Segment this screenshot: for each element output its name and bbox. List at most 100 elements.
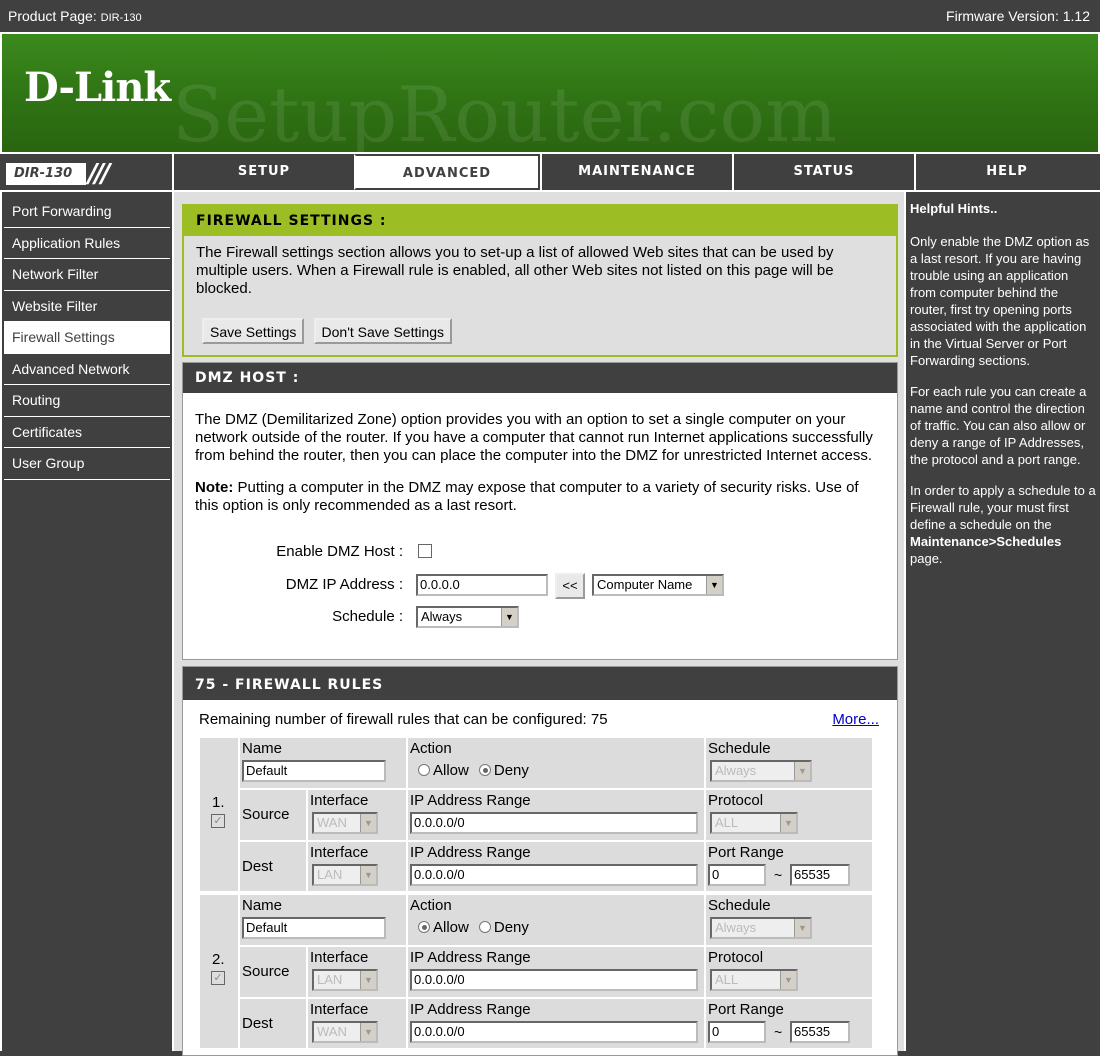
port-end-input[interactable]: 65535 [790, 1021, 850, 1043]
top-bar: Product Page: DIR-130 Firmware Version: … [0, 0, 1100, 34]
more-rules-link[interactable]: More... [832, 711, 879, 728]
interface-label: Interface [310, 1001, 369, 1018]
deny-radio[interactable] [478, 921, 491, 933]
source-interface-select[interactable]: LAN ▼ [312, 969, 378, 991]
source-label: Source [242, 806, 290, 823]
dmz-schedule-value: Always [421, 609, 463, 624]
dest-cell: Dest [240, 999, 306, 1048]
copy-ip-button[interactable]: << [555, 573, 585, 599]
rule-enabled-checkbox[interactable]: ✓ [211, 814, 225, 828]
dest-interface-cell: Interface WAN ▼ [308, 999, 406, 1048]
hints-title: Helpful Hints.. [910, 201, 998, 216]
source-interface-cell: Interface LAN ▼ [308, 947, 406, 997]
tab-maintenance[interactable]: MAINTENANCE [540, 154, 732, 190]
deny-radio[interactable] [478, 764, 491, 776]
protocol-select[interactable]: ALL ▼ [710, 812, 798, 834]
dmz-note-text: Putting a computer in the DMZ may expose… [195, 479, 859, 514]
chevron-down-icon: ▼ [794, 919, 810, 937]
firewall-settings-description: The Firewall settings section allows you… [196, 244, 834, 297]
port-range-label: Port Range [708, 1001, 784, 1018]
dmz-host-title: DMZ HOST : [183, 363, 897, 393]
hint-3-post: page. [910, 551, 943, 566]
sidebar-item-certificates[interactable]: Certificates [4, 417, 170, 448]
rule-schedule-select[interactable]: Always ▼ [710, 760, 812, 782]
tilde-separator: ~ [774, 867, 783, 883]
source-cell: Source [240, 790, 306, 840]
sidebar-item-routing[interactable]: Routing [4, 385, 170, 417]
rule-schedule-select[interactable]: Always ▼ [710, 917, 812, 939]
dmz-description: The DMZ (Demilitarized Zone) option prov… [195, 411, 873, 464]
save-settings-button[interactable]: Save Settings [202, 318, 305, 344]
sidebar-item-advanced-network[interactable]: Advanced Network [4, 354, 170, 385]
tab-setup[interactable]: SETUP [172, 154, 354, 190]
protocol-cell: Protocol ALL ▼ [706, 790, 872, 840]
deny-label: Deny [493, 919, 529, 936]
rule-enabled-checkbox[interactable]: ✓ [211, 971, 225, 985]
rule-name-input[interactable]: Default [242, 760, 386, 782]
sidebar-item-network-filter[interactable]: Network Filter [4, 259, 170, 291]
dmz-ip-input[interactable]: 0.0.0.0 [416, 574, 548, 596]
firewall-settings-title: FIREWALL SETTINGS : [184, 206, 896, 236]
source-interface-value: LAN [317, 972, 343, 987]
port-start-input[interactable]: 0 [708, 1021, 766, 1043]
firmware-version: Firmware Version: 1.12 [946, 8, 1090, 24]
sidebar-item-application-rules[interactable]: Application Rules [4, 228, 170, 259]
rule-schedule-cell: Schedule Always ▼ [706, 738, 872, 788]
sidebar-item-website-filter[interactable]: Website Filter [4, 291, 170, 322]
allow-radio[interactable] [418, 764, 430, 776]
dest-interface-select[interactable]: WAN ▼ [312, 1021, 378, 1043]
rule-name-input[interactable]: Default [242, 917, 386, 939]
tab-advanced[interactable]: ADVANCED [354, 154, 540, 190]
slashes-decoration: /// [88, 159, 110, 189]
protocol-label: Protocol [708, 792, 764, 809]
protocol-cell: Protocol ALL ▼ [706, 947, 872, 997]
tab-help[interactable]: HELP [914, 154, 1098, 190]
tilde-separator: ~ [774, 1024, 783, 1040]
tab-status[interactable]: STATUS [732, 154, 914, 190]
dest-ip-input[interactable]: 0.0.0.0/0 [410, 1021, 698, 1043]
protocol-select[interactable]: ALL ▼ [710, 969, 798, 991]
remaining-rules-text: Remaining number of firewall rules that … [199, 711, 608, 728]
source-interface-cell: Interface WAN ▼ [308, 790, 406, 840]
product-model: DIR-130 [100, 12, 142, 24]
hint-paragraph-2: For each rule you can create a name and … [910, 384, 1087, 467]
ip-range-label: IP Address Range [410, 949, 531, 966]
rule-number-cell: 1. ✓ [200, 738, 238, 891]
dest-interface-select[interactable]: LAN ▼ [312, 864, 378, 886]
port-start-input[interactable]: 0 [708, 864, 766, 886]
action-label: Action [410, 740, 452, 757]
dmz-schedule-row: Schedule : Always ▼ [183, 605, 899, 635]
name-label: Name [242, 897, 283, 914]
sidebar-item-user-group[interactable]: User Group [4, 448, 170, 480]
dest-cell: Dest [240, 842, 306, 891]
computer-name-select[interactable]: Computer Name ▼ [592, 574, 724, 596]
rule-block: 2. ✓ Name Default Action Allow Deny Schedule Alw… [200, 893, 872, 1050]
allow-radio[interactable] [418, 921, 430, 933]
schedule-label: Schedule [708, 740, 771, 757]
enable-dmz-label: Enable DMZ Host : [276, 543, 403, 560]
source-ip-input[interactable]: 0.0.0.0/0 [410, 812, 698, 834]
sidebar-item-port-forwarding[interactable]: Port Forwarding [4, 196, 170, 228]
dmz-note: Note: Putting a computer in the DMZ may … [183, 465, 897, 515]
source-ip-input[interactable]: 0.0.0.0/0 [410, 969, 698, 991]
hint-3-pre: In order to apply a schedule to a Firewa… [910, 483, 1096, 532]
brand-banner: SetupRouter.com D-Link [0, 34, 1100, 152]
chevron-down-icon: ▼ [360, 971, 376, 989]
enable-dmz-checkbox[interactable] [418, 544, 432, 558]
chevron-down-icon: ▼ [360, 814, 376, 832]
dlink-logo: D-Link [24, 64, 171, 111]
dmz-schedule-select[interactable]: Always ▼ [416, 606, 519, 628]
dmz-host-section: DMZ HOST : The DMZ (Demilitarized Zone) … [182, 362, 898, 660]
protocol-value: ALL [715, 972, 739, 987]
sidebar-item-firewall-settings[interactable]: Firewall Settings [4, 322, 170, 354]
source-interface-select[interactable]: WAN ▼ [312, 812, 378, 834]
source-interface-value: WAN [317, 815, 347, 830]
dest-ip-input[interactable]: 0.0.0.0/0 [410, 864, 698, 886]
port-end-input[interactable]: 65535 [790, 864, 850, 886]
ip-range-label: IP Address Range [410, 792, 531, 809]
dont-save-settings-button[interactable]: Don't Save Settings [313, 318, 453, 344]
rule-action-cell: Action Allow Deny [408, 895, 704, 945]
schedule-label: Schedule [708, 897, 771, 914]
interface-label: Interface [310, 792, 369, 809]
chevron-down-icon: ▼ [780, 814, 796, 832]
